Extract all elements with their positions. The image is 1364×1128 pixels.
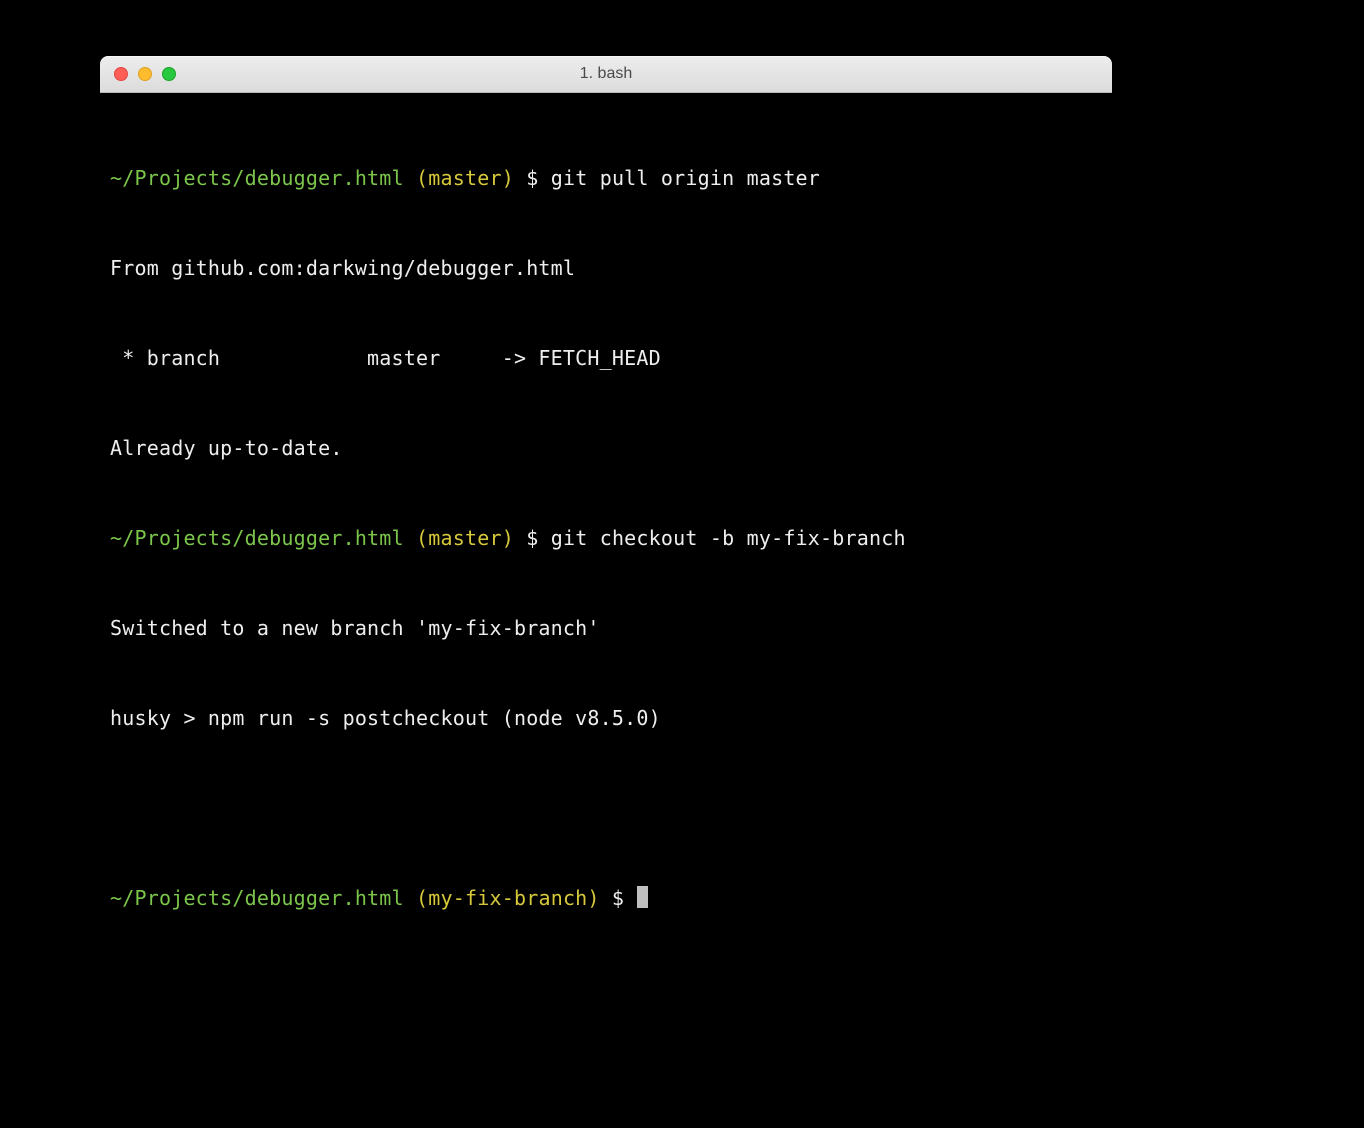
traffic-lights xyxy=(100,67,176,81)
cwd: ~/Projects/debugger.html xyxy=(110,886,404,910)
cwd: ~/Projects/debugger.html xyxy=(110,526,404,550)
terminal-output: Already up-to-date. xyxy=(110,433,1102,463)
command-text: git pull origin master xyxy=(551,166,820,190)
cursor-icon xyxy=(637,886,648,908)
prompt-symbol: $ xyxy=(612,886,624,910)
terminal-output: husky > npm run -s postcheckout (node v8… xyxy=(110,703,1102,733)
terminal-line: ~/Projects/debugger.html (master) $ git … xyxy=(110,163,1102,193)
minimize-icon[interactable] xyxy=(138,67,152,81)
terminal-body[interactable]: ~/Projects/debugger.html (master) $ git … xyxy=(100,93,1112,983)
command-text: git checkout -b my-fix-branch xyxy=(551,526,906,550)
zoom-icon[interactable] xyxy=(162,67,176,81)
prompt-symbol: $ xyxy=(526,526,538,550)
blank-line xyxy=(110,793,1102,823)
prompt-symbol: $ xyxy=(526,166,538,190)
stage: 1. bash ~/Projects/debugger.html (master… xyxy=(0,0,1364,1128)
git-branch: (master) xyxy=(416,166,514,190)
terminal-output: From github.com:darkwing/debugger.html xyxy=(110,253,1102,283)
close-icon[interactable] xyxy=(114,67,128,81)
terminal-output: Switched to a new branch 'my-fix-branch' xyxy=(110,613,1102,643)
window-title: 1. bash xyxy=(100,65,1112,83)
terminal-window: 1. bash ~/Projects/debugger.html (master… xyxy=(100,56,1112,1014)
git-branch: (master) xyxy=(416,526,514,550)
terminal-output: * branch master -> FETCH_HEAD xyxy=(110,343,1102,373)
git-branch: (my-fix-branch) xyxy=(416,886,600,910)
terminal-line: ~/Projects/debugger.html (my-fix-branch)… xyxy=(110,883,1102,913)
titlebar[interactable]: 1. bash xyxy=(100,56,1112,93)
terminal-line: ~/Projects/debugger.html (master) $ git … xyxy=(110,523,1102,553)
cwd: ~/Projects/debugger.html xyxy=(110,166,404,190)
